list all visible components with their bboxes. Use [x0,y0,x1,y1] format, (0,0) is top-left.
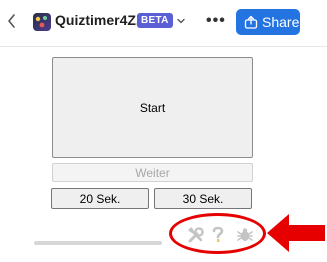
timer-30-button[interactable]: 30 Sek. [154,188,252,209]
share-button[interactable]: Share [236,9,300,35]
scrollbar[interactable] [34,241,162,245]
back-chevron-icon[interactable] [6,13,18,29]
beta-badge: BETA [137,13,173,28]
app-title[interactable]: Quiztimer4Z... [55,12,148,28]
header-divider [0,46,327,47]
share-icon [244,15,258,29]
more-options-button[interactable]: ••• [206,12,226,30]
highlight-ellipse [169,213,266,254]
app-logo-icon [33,13,51,31]
pointer-arrow-icon [267,214,325,252]
app-header: Quiztimer4Z... BETA ••• Share [0,0,327,44]
next-button[interactable]: Weiter [52,163,253,182]
chevron-down-icon[interactable] [176,16,186,26]
share-button-label: Share [262,14,300,30]
timer-20-button[interactable]: 20 Sek. [51,188,149,209]
start-button[interactable]: Start [52,57,253,158]
